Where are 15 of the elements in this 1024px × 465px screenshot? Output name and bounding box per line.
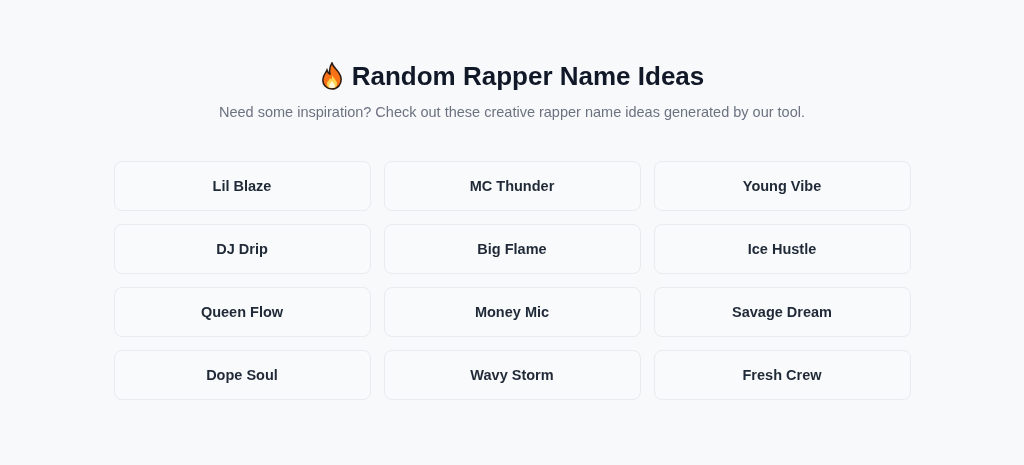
name-card: Fresh Crew — [653, 350, 911, 400]
name-card: Lil Blaze — [113, 161, 371, 211]
name-card: Wavy Storm — [383, 350, 641, 400]
flame-icon — [319, 62, 344, 90]
name-card: Dope Soul — [113, 350, 371, 400]
name-card: Savage Dream — [653, 287, 911, 337]
name-card: Young Vibe — [653, 161, 911, 211]
name-card: DJ Drip — [113, 224, 371, 274]
name-card: Ice Hustle — [653, 224, 911, 274]
name-card: Big Flame — [383, 224, 641, 274]
name-card: MC Thunder — [383, 161, 641, 211]
page-title: Random Rapper Name Ideas — [351, 60, 705, 93]
name-card: Money Mic — [383, 287, 641, 337]
name-card: Queen Flow — [113, 287, 371, 337]
page-subtitle: Need some inspiration? Check out these creative rapper name ideas generated by our tool. — [219, 103, 805, 122]
